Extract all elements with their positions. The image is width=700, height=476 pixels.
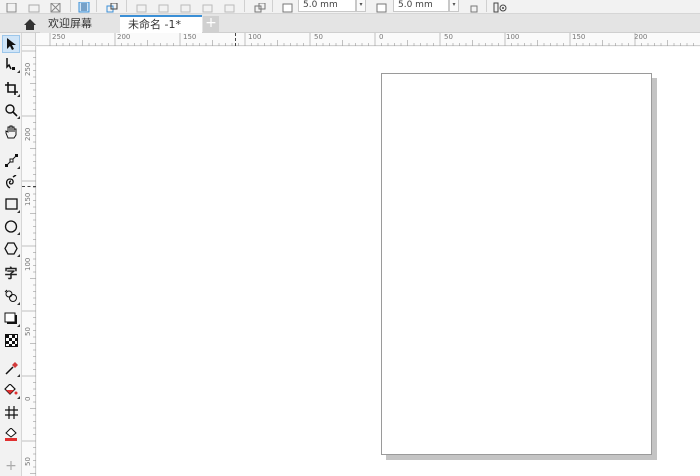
trim-icon[interactable] (156, 0, 172, 13)
lock-icon[interactable] (466, 0, 482, 13)
polygon-tool[interactable] (2, 239, 20, 257)
parallel-dimension-tool[interactable] (2, 287, 20, 305)
simplify-icon[interactable] (200, 0, 216, 13)
align-distribute-icon[interactable] (76, 0, 92, 13)
home-icon[interactable] (22, 16, 38, 32)
nudge-vertical-input[interactable]: 5.0 mm (393, 0, 449, 12)
ruler-ticks (49, 33, 694, 46)
vertical-ruler[interactable]: 250 200 150 100 50 0 50 (22, 46, 36, 476)
import-icon[interactable] (48, 0, 64, 13)
text-tool-glyph: 字 (4, 266, 18, 282)
eyedropper-tool[interactable] (2, 359, 20, 377)
shape-tool[interactable] (2, 55, 20, 73)
nudge-horizontal-input[interactable]: 5.0 mm (298, 0, 356, 12)
freehand-tool[interactable] (2, 151, 20, 169)
corel-draw-window: 5.0 mm ▾ 5.0 mm ▾ 欢迎屏幕 未命名 -1* + 字 + 250… (0, 0, 700, 476)
rectangle-tool[interactable] (2, 195, 20, 213)
artistic-media-tool[interactable] (2, 173, 20, 191)
mesh-fill-tool[interactable] (2, 403, 20, 421)
to-front-icon[interactable] (104, 0, 120, 13)
separator (272, 0, 273, 12)
options-gear-icon[interactable] (492, 0, 508, 13)
horizontal-ruler[interactable]: 250 200 150 100 50 0 50 100 150 200 (36, 33, 700, 46)
nudge-vertical-spinner[interactable]: ▾ (449, 0, 459, 12)
ellipse-tool[interactable] (2, 217, 20, 235)
intersect-icon[interactable] (178, 0, 194, 13)
document-page[interactable] (381, 73, 652, 455)
ruler-ticks (22, 50, 36, 474)
interactive-fill-tool[interactable] (2, 381, 20, 399)
tab-untitled-document[interactable]: 未命名 -1* (120, 15, 202, 33)
drop-shadow-tool[interactable] (2, 309, 20, 327)
pick-tool[interactable] (2, 35, 20, 53)
nudge-h-icon (280, 0, 296, 13)
front-minus-back-icon[interactable] (222, 0, 238, 13)
ruler-origin-corner[interactable] (22, 33, 36, 46)
nudge-horizontal-spinner[interactable]: ▾ (356, 0, 366, 12)
toolbox: 字 + (0, 33, 22, 476)
property-bar: 5.0 mm ▾ 5.0 mm ▾ (0, 0, 700, 14)
separator (244, 0, 245, 12)
add-tool-button[interactable]: + (2, 457, 20, 475)
open-document-icon[interactable] (26, 0, 42, 13)
separator (96, 0, 97, 12)
document-tab-bar: 欢迎屏幕 未命名 -1* + (0, 14, 700, 33)
text-tool[interactable]: 字 (2, 263, 20, 282)
tab-welcome-screen[interactable]: 欢迎屏幕 (40, 15, 120, 33)
weld-icon[interactable] (134, 0, 150, 13)
transparency-tool[interactable] (2, 331, 20, 349)
crop-tool[interactable] (2, 79, 20, 97)
create-boundary-icon[interactable] (252, 0, 268, 13)
pan-hand-tool[interactable] (2, 123, 20, 141)
new-document-icon[interactable] (4, 0, 20, 13)
zoom-tool[interactable] (2, 101, 20, 119)
nudge-v-icon (374, 0, 390, 13)
separator (486, 0, 487, 12)
drawing-canvas[interactable] (37, 47, 700, 476)
separator (70, 0, 71, 12)
smart-fill-tool[interactable] (2, 425, 20, 443)
add-tab-button[interactable]: + (203, 16, 219, 32)
separator (126, 0, 127, 12)
